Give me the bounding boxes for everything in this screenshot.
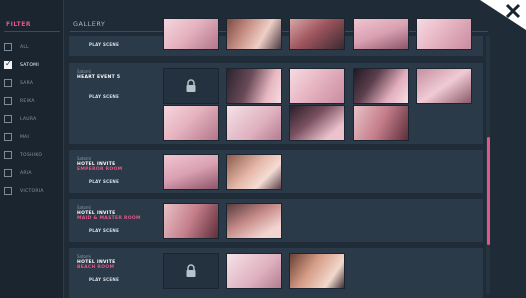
filter-label: VICTORIA xyxy=(20,188,44,194)
scene-panel: Satomi HOTEL INVITE MAID & MASTER ROOM P… xyxy=(69,199,483,242)
gallery-title: GALLERY xyxy=(73,20,106,28)
filter-label: REIKA xyxy=(20,98,35,104)
scene-thumbnail[interactable] xyxy=(163,154,219,190)
checkbox-icon[interactable] xyxy=(4,43,12,51)
scene-thumbnail[interactable] xyxy=(416,68,472,104)
filter-item-aria[interactable]: ARIA xyxy=(4,167,32,179)
filter-item-victoria[interactable]: VICTORIA xyxy=(4,185,44,197)
scene-thumbnail[interactable] xyxy=(226,68,282,104)
checkbox-icon[interactable] xyxy=(4,169,12,177)
scene-room: EMPEROR ROOM xyxy=(77,167,123,172)
checkbox-icon[interactable] xyxy=(4,133,12,141)
scene-thumbnail[interactable] xyxy=(163,18,219,50)
play-scene-button[interactable]: PLAY SCENE xyxy=(89,277,119,282)
scene-thumbnail[interactable] xyxy=(289,253,345,289)
filter-item-all[interactable]: ALL xyxy=(4,41,29,53)
filter-item-satomi[interactable]: SATOMI xyxy=(4,59,39,71)
play-scene-button[interactable]: PLAY SCENE xyxy=(89,179,119,184)
filter-label: SARA xyxy=(20,80,34,86)
scene-room: BEACH ROOM xyxy=(77,265,115,270)
play-scene-button[interactable]: PLAY SCENE xyxy=(89,228,119,233)
scene-thumbnail[interactable] xyxy=(353,18,409,50)
scene-panel: Satomi HOTEL INVITE EMPEROR ROOM PLAY SC… xyxy=(69,150,483,193)
filter-item-toshiko[interactable]: TOSHIKO xyxy=(4,149,42,161)
checkbox-icon[interactable] xyxy=(4,187,12,195)
filter-item-laura[interactable]: LAURA xyxy=(4,113,37,125)
lock-icon xyxy=(186,264,196,277)
scene-thumbnail[interactable] xyxy=(416,18,472,50)
scene-thumbnail[interactable] xyxy=(226,253,282,289)
lock-icon xyxy=(186,79,196,92)
filter-label: ALL xyxy=(20,44,29,50)
play-scene-button[interactable]: PLAY SCENE xyxy=(89,94,119,99)
filter-item-sara[interactable]: SARA xyxy=(4,77,33,89)
play-scene-button[interactable]: PLAY SCENE xyxy=(89,42,119,47)
scene-thumbnail[interactable] xyxy=(353,105,409,141)
scene-panel: PLAY SCENE xyxy=(69,18,483,56)
scene-thumbnail[interactable] xyxy=(289,105,345,141)
scene-name: HEART EVENT 5 xyxy=(77,74,121,80)
filter-item-reika[interactable]: REIKA xyxy=(4,95,35,107)
scene-thumbnail[interactable] xyxy=(226,154,282,190)
checkbox-icon[interactable] xyxy=(4,79,12,87)
locked-thumbnail xyxy=(163,68,219,104)
checkbox-icon[interactable] xyxy=(4,151,12,159)
locked-thumbnail xyxy=(163,253,219,289)
scene-thumbnail[interactable] xyxy=(226,18,282,50)
scrollbar-thumb[interactable] xyxy=(487,137,490,245)
checkbox-checked-icon[interactable] xyxy=(4,59,12,69)
scene-thumbnail[interactable] xyxy=(163,203,219,239)
filter-label: TOSHIKO xyxy=(20,152,43,158)
filter-title: FILTER xyxy=(6,21,31,28)
scene-thumbnail[interactable] xyxy=(226,105,282,141)
close-icon[interactable] xyxy=(480,0,526,30)
scene-thumbnail[interactable] xyxy=(289,68,345,104)
scene-thumbnail[interactable] xyxy=(163,105,219,141)
filter-item-mai[interactable]: MAI xyxy=(4,131,29,143)
close-button[interactable] xyxy=(480,0,526,30)
filter-label: SATOMI xyxy=(20,62,39,68)
scene-room: MAID & MASTER ROOM xyxy=(77,216,141,221)
filter-label: ARIA xyxy=(20,170,32,176)
filter-sidebar: FILTER ALL SATOMI SARA REIKA LAURA MAI T… xyxy=(0,0,64,298)
filter-label: LAURA xyxy=(20,116,37,122)
scene-panel: Satomi HEART EVENT 5 PLAY SCENE xyxy=(69,63,483,144)
scene-thumbnail[interactable] xyxy=(226,203,282,239)
scene-thumbnail[interactable] xyxy=(353,68,409,104)
scene-thumbnail[interactable] xyxy=(289,18,345,50)
scene-panel: Satomi HOTEL INVITE BEACH ROOM PLAY SCEN… xyxy=(69,248,483,298)
filter-label: MAI xyxy=(20,134,30,140)
checkbox-icon[interactable] xyxy=(4,97,12,105)
checkbox-icon[interactable] xyxy=(4,115,12,123)
filter-divider xyxy=(4,31,60,32)
